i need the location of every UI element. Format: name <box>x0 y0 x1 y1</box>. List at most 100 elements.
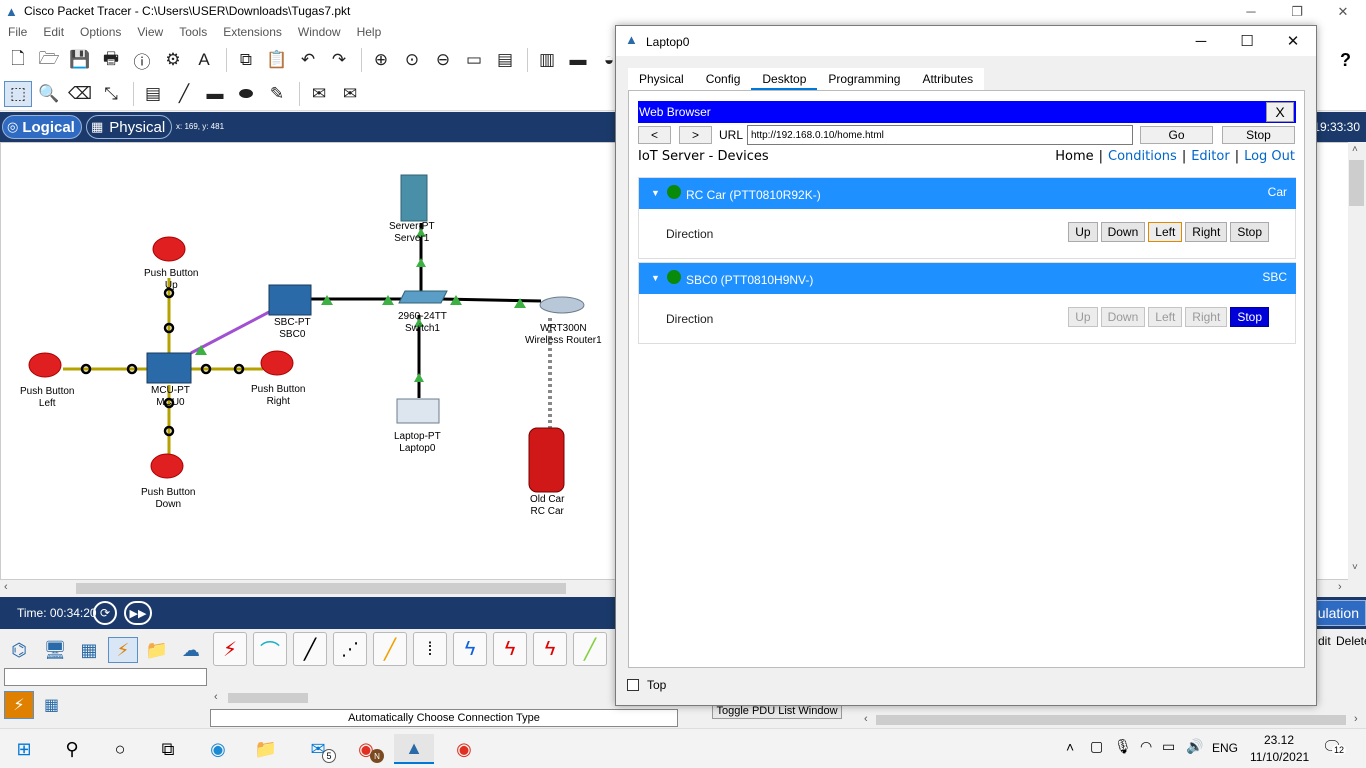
always-on-top-checkbox[interactable]: Top <box>627 678 666 692</box>
auto-connection-icon[interactable]: ⚡ <box>4 691 34 719</box>
menu-tools[interactable]: Tools <box>171 23 215 43</box>
help-button[interactable]: ? <box>1340 50 1351 71</box>
stop-button[interactable]: Stop <box>1230 222 1269 242</box>
menu-file[interactable]: File <box>0 23 35 43</box>
device-push-button-up[interactable]: Push Button Up <box>144 268 198 292</box>
octal-cable-icon[interactable]: ╱ <box>573 632 607 666</box>
device-push-button-down[interactable]: Push Button Down <box>141 487 195 511</box>
menu-options[interactable]: Options <box>72 23 129 43</box>
edit-pdu-label[interactable]: dit <box>1318 634 1331 648</box>
chrome-profile-icon[interactable]: ◉ N <box>346 734 386 764</box>
save-icon[interactable]: 💾 <box>66 47 94 73</box>
device-sbc0[interactable]: SBC-PT SBC0 <box>274 317 311 341</box>
close-icon[interactable]: ✕ <box>1320 0 1366 23</box>
edge-icon[interactable]: ◉ <box>198 734 238 764</box>
editor-link[interactable]: Editor <box>1191 149 1229 164</box>
paste-icon[interactable]: 📋 <box>263 47 291 73</box>
zoom-reset-icon[interactable]: ⊙ <box>398 47 426 73</box>
grid-icon[interactable]: ▦ <box>44 695 59 715</box>
scroll-down-icon[interactable]: ˅ <box>1352 562 1358 573</box>
straight-through-icon[interactable]: ╱ <box>293 632 327 666</box>
zoom-out-icon[interactable]: ⊖ <box>429 47 457 73</box>
connections-icon[interactable]: ⚡ <box>108 637 138 663</box>
down-button[interactable]: Down <box>1100 222 1146 242</box>
meet-now-icon[interactable]: ▢ <box>1090 738 1103 755</box>
packet-tracer-taskbar-icon[interactable]: ▲ <box>394 734 434 764</box>
up-button[interactable]: Up <box>1068 307 1098 327</box>
scroll-left-icon[interactable]: ‹ <box>4 581 8 593</box>
phone-cable-icon[interactable]: ⁞ <box>413 632 447 666</box>
connections-scroll-thumb[interactable] <box>228 693 308 703</box>
freeform-icon[interactable]: ✎ <box>263 81 291 107</box>
device-mcu0[interactable]: MCU-PT MCU0 <box>151 385 190 409</box>
up-button[interactable]: Up <box>1068 222 1098 242</box>
wifi-icon[interactable]: ◠ <box>1140 738 1152 755</box>
tab-programming[interactable]: Programming <box>817 68 912 90</box>
device-server1[interactable]: Server-PT Server1 <box>389 221 435 245</box>
connections-scrollbar[interactable]: ‹ <box>210 691 610 705</box>
add-simple-pdu-icon[interactable]: ✉ <box>305 81 333 107</box>
info-icon[interactable]: ⓘ <box>128 47 156 73</box>
cortana-icon[interactable]: ○ <box>100 734 140 764</box>
notification-center-icon[interactable]: 🗨 12 <box>1322 737 1347 757</box>
scroll-left-icon[interactable]: ‹ <box>864 713 868 725</box>
activity-wizard-icon[interactable]: A <box>190 47 218 73</box>
drawing-palette-icon[interactable]: ▭ <box>460 47 488 73</box>
serial-dce-icon[interactable]: ϟ <box>493 632 527 666</box>
checkbox-box[interactable] <box>627 679 639 691</box>
zoom-in-icon[interactable]: ⊕ <box>367 47 395 73</box>
pdu-scroll-thumb[interactable] <box>876 715 1346 725</box>
browser-back-button[interactable]: < <box>638 126 671 144</box>
logical-mode-button[interactable]: ◎ Logical <box>2 115 82 139</box>
fiber-icon[interactable]: ╱ <box>373 632 407 666</box>
task-view-icon[interactable]: ⧉ <box>148 734 188 764</box>
resize-shape-icon[interactable]: ⤡ <box>97 81 125 107</box>
battery-icon[interactable]: ▭ <box>1162 738 1175 755</box>
taskbar-date[interactable]: 11/10/2021 <box>1250 750 1309 764</box>
microphone-icon[interactable]: 🎙 <box>1114 738 1132 755</box>
power-cycle-icon[interactable]: ⟳ <box>93 601 117 625</box>
misc-folder-icon[interactable]: 📁 <box>142 637 172 663</box>
undo-icon[interactable]: ↶ <box>294 47 322 73</box>
serial-dte-icon[interactable]: ϟ <box>533 632 567 666</box>
left-button[interactable]: Left <box>1148 307 1183 327</box>
device-header-sbc0[interactable]: ▼ SBC0 (PTT0810H9NV-) SBC <box>639 263 1296 294</box>
browser-stop-button[interactable]: Stop <box>1222 126 1295 144</box>
notes-icon[interactable]: ▥ <box>533 47 561 73</box>
dialog-minimize-icon[interactable]: ─ <box>1178 26 1224 56</box>
open-folder-icon[interactable]: 🗁 <box>35 47 63 73</box>
chrome-icon[interactable]: ◉ <box>444 734 484 764</box>
tab-physical[interactable]: Physical <box>628 68 695 90</box>
menu-window[interactable]: Window <box>290 23 349 43</box>
device-laptop0[interactable]: Laptop-PT Laptop0 <box>394 431 441 455</box>
network-info-icon[interactable]: ⚙ <box>159 47 187 73</box>
collapse-arrow-icon[interactable]: ▼ <box>651 273 660 283</box>
draw-ellipse-icon[interactable]: ⬬ <box>232 81 260 107</box>
search-icon[interactable]: ⚲ <box>52 734 92 764</box>
redo-icon[interactable]: ↷ <box>325 47 353 73</box>
left-button[interactable]: Left <box>1148 222 1183 242</box>
menu-view[interactable]: View <box>129 23 171 43</box>
delete-icon[interactable]: ⌫ <box>66 81 94 107</box>
tab-attributes[interactable]: Attributes <box>911 68 985 90</box>
network-devices-icon[interactable]: ⌬ <box>4 637 34 663</box>
new-file-icon[interactable]: 🗋 <box>4 47 32 73</box>
device-dialog-icon[interactable]: ▬ <box>564 47 592 73</box>
device-push-button-right[interactable]: Push Button Right <box>251 384 305 408</box>
console-cable-icon[interactable]: ⌒ <box>253 632 287 666</box>
vertical-scroll-thumb[interactable] <box>1349 160 1364 206</box>
draw-rectangle-icon[interactable]: ▬ <box>201 81 229 107</box>
down-button[interactable]: Down <box>1100 307 1146 327</box>
fast-forward-icon[interactable]: ▶▶ <box>124 601 152 625</box>
device-rc-car[interactable]: Old Car RC Car <box>530 494 564 518</box>
auto-connection-type-icon[interactable]: ⚡ <box>213 632 247 666</box>
show-hidden-icons-icon[interactable]: ˄ <box>1066 739 1074 755</box>
menu-extensions[interactable]: Extensions <box>215 23 290 43</box>
physical-mode-button[interactable]: ▦ Physical <box>86 115 172 139</box>
minimize-icon[interactable]: ─ <box>1228 0 1274 23</box>
mail-icon[interactable]: ✉ 5 <box>298 734 338 764</box>
device-wireless-router1[interactable]: WRT300N Wireless Router1 <box>525 323 602 347</box>
add-complex-pdu-icon[interactable]: ✉ <box>336 81 364 107</box>
copy-icon[interactable]: ⧉ <box>232 47 260 73</box>
components-icon[interactable]: ▦ <box>74 637 104 663</box>
